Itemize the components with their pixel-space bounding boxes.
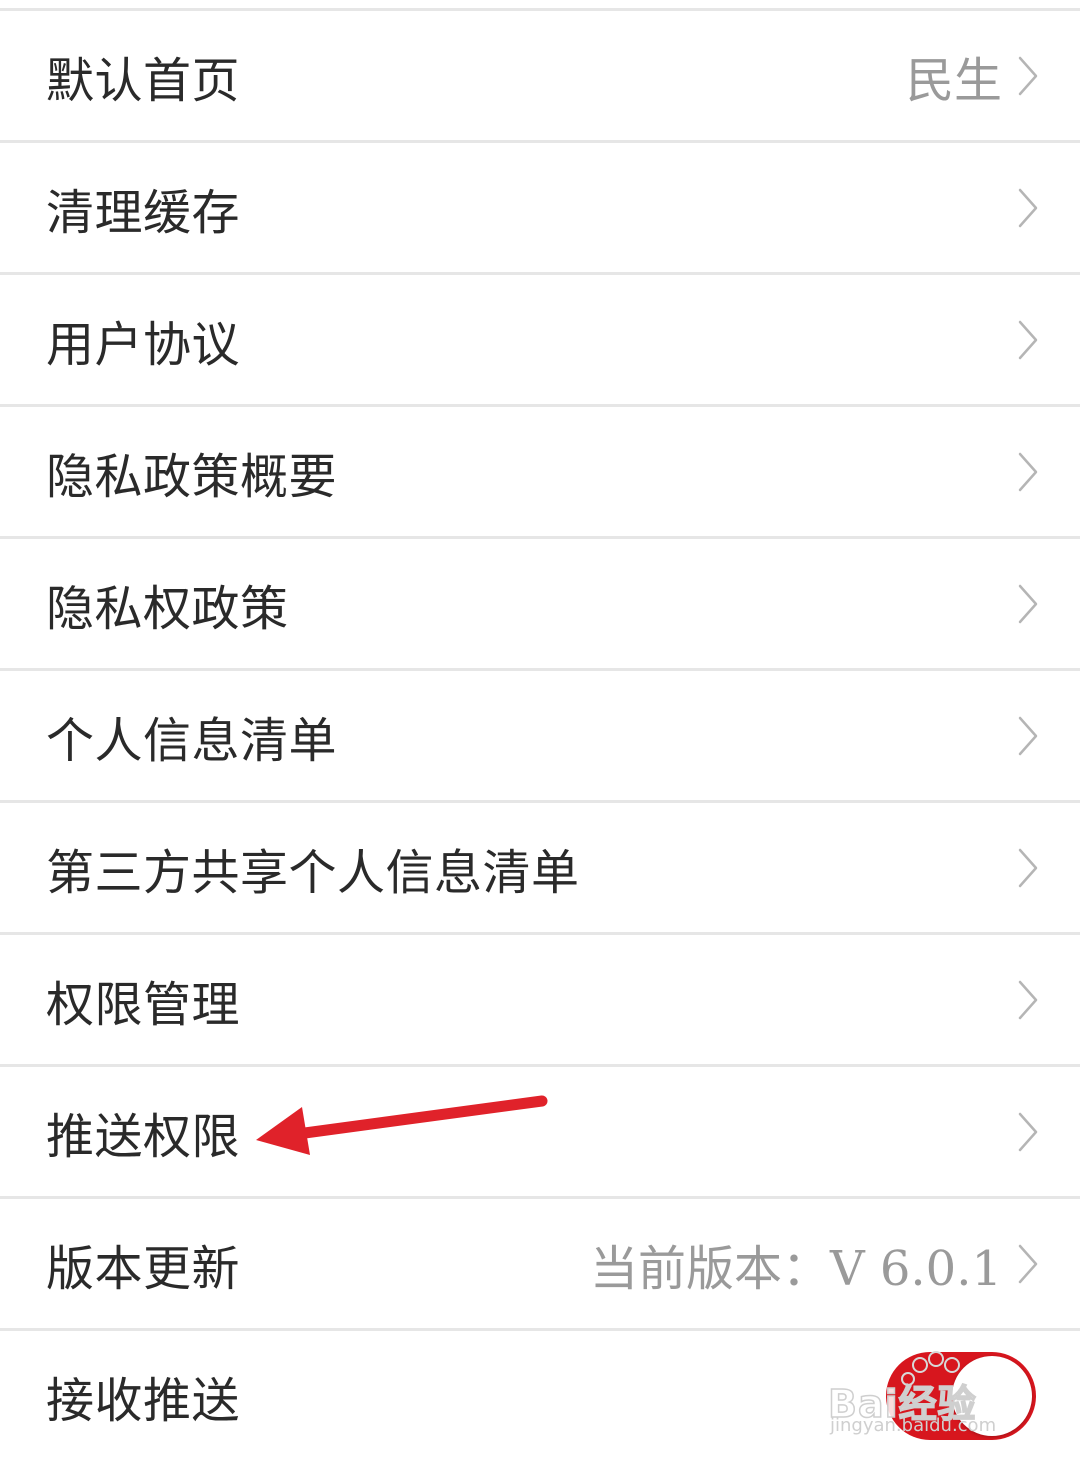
setting-row-privacy-policy[interactable]: 隐私权政策 xyxy=(0,539,1080,671)
current-version-text: 当前版本：V 6.0.1 xyxy=(589,1240,1002,1297)
chevron-right-icon xyxy=(1016,1242,1040,1286)
setting-row-permission-management[interactable]: 权限管理 xyxy=(0,935,1080,1067)
setting-row-user-agreement[interactable]: 用户协议 xyxy=(0,275,1080,407)
setting-row-privacy-summary[interactable]: 隐私政策概要 xyxy=(0,407,1080,539)
chevron-right-icon xyxy=(1016,450,1040,494)
setting-label: 接收推送 xyxy=(46,1372,241,1429)
setting-row-receive-push: 接收推送 xyxy=(0,1331,1080,1460)
chevron-right-icon xyxy=(1016,978,1040,1022)
setting-value: 民生 xyxy=(905,52,1002,109)
toggle-knob xyxy=(952,1355,1032,1436)
setting-row-version-update[interactable]: 版本更新 当前版本：V 6.0.1 xyxy=(0,1199,1080,1331)
setting-row-clear-cache[interactable]: 清理缓存 xyxy=(0,143,1080,275)
setting-label: 隐私权政策 xyxy=(46,580,289,637)
chevron-right-icon xyxy=(1016,186,1040,230)
chevron-right-icon xyxy=(1016,846,1040,890)
settings-list: 默认首页 民生 清理缓存 用户协议 隐私政策概要 隐私权政策 个人信息清单 第三… xyxy=(0,11,1080,1460)
setting-label: 第三方共享个人信息清单 xyxy=(46,844,580,901)
setting-row-push-permission[interactable]: 推送权限 xyxy=(0,1067,1080,1199)
chevron-right-icon xyxy=(1016,1110,1040,1154)
setting-label: 权限管理 xyxy=(46,976,241,1033)
setting-label: 个人信息清单 xyxy=(46,712,338,769)
setting-row-default-homepage[interactable]: 默认首页 民生 xyxy=(0,11,1080,143)
chevron-right-icon xyxy=(1016,582,1040,626)
chevron-right-icon xyxy=(1016,318,1040,362)
setting-label: 清理缓存 xyxy=(46,184,241,241)
setting-row-personal-info-list[interactable]: 个人信息清单 xyxy=(0,671,1080,803)
setting-label: 推送权限 xyxy=(46,1108,241,1165)
setting-label: 默认首页 xyxy=(46,52,241,109)
setting-label: 隐私政策概要 xyxy=(46,448,338,505)
receive-push-toggle[interactable] xyxy=(886,1351,1036,1440)
chevron-right-icon xyxy=(1016,714,1040,758)
setting-row-third-party-info-list[interactable]: 第三方共享个人信息清单 xyxy=(0,803,1080,935)
setting-label: 用户协议 xyxy=(46,316,241,373)
setting-label: 版本更新 xyxy=(46,1240,241,1297)
chevron-right-icon xyxy=(1016,54,1040,98)
